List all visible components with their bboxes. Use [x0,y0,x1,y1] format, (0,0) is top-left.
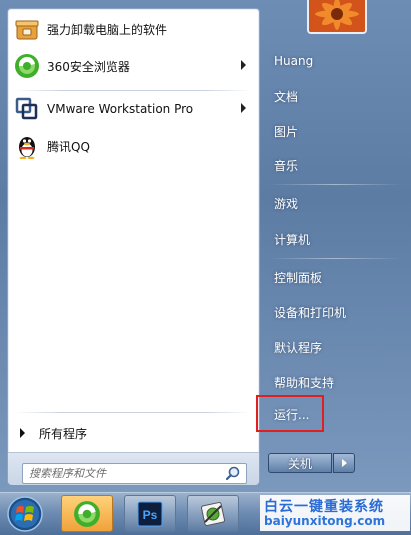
taskbar-photoshop[interactable]: Ps [124,495,176,532]
search-area [8,452,259,485]
360-browser-icon [14,53,40,79]
vmware-icon [14,96,40,122]
search-icon[interactable] [224,465,242,483]
right-item-control-panel[interactable]: 控制面板 [264,262,404,292]
program-qq[interactable]: 腾讯QQ [14,129,250,163]
right-item-default-programs[interactable]: 默认程序 [264,332,404,362]
all-programs-label: 所有程序 [39,426,88,441]
divider [14,90,252,91]
user-avatar[interactable] [307,0,367,34]
right-item-games[interactable]: 游戏 [264,188,404,218]
start-menu-left-pane: 强力卸载电脑上的软件 360安全浏览器 VMware Workstation P… [7,8,260,485]
watermark-url: baiyunxitong.com [264,514,386,528]
run-highlight-box [256,395,324,432]
qq-penguin-icon [14,133,40,159]
tool-app-icon [201,501,225,526]
program-uninstaller[interactable]: 强力卸载电脑上的软件 [14,12,250,46]
search-box[interactable] [22,463,247,484]
program-label: 360安全浏览器 [47,59,130,74]
chevron-right-icon [341,459,347,467]
windows-start-orb-icon [7,496,43,532]
shutdown-button[interactable]: 关机 [268,453,332,473]
all-programs-button[interactable]: 所有程序 [18,422,248,444]
start-button[interactable] [4,495,46,533]
taskbar-360-browser[interactable] [61,495,113,532]
program-label: 强力卸载电脑上的软件 [47,22,168,37]
svg-text:Ps: Ps [143,508,158,522]
program-360-browser[interactable]: 360安全浏览器 [14,49,250,83]
flower-picture-icon [309,0,365,32]
start-menu: 强力卸载电脑上的软件 360安全浏览器 VMware Workstation P… [0,0,411,492]
taskbar-tool-app[interactable] [187,495,239,532]
program-label: 腾讯QQ [47,139,90,154]
right-item-pictures[interactable]: 图片 [264,116,404,146]
watermark: 白云一键重装系统 baiyunxitong.com [260,495,410,531]
uninstaller-box-icon [14,16,40,42]
right-item-computer[interactable]: 计算机 [264,224,404,254]
divider [14,412,252,413]
program-vmware[interactable]: VMware Workstation Pro [14,92,250,126]
program-label: VMware Workstation Pro [47,102,194,116]
search-input[interactable] [23,464,224,483]
watermark-title: 白云一键重装系统 [264,499,384,515]
divider [268,258,402,259]
right-item-help-support[interactable]: 帮助和支持 [264,367,404,397]
right-item-documents[interactable]: 文档 [264,81,404,111]
submenu-arrow-icon[interactable] [241,60,246,70]
expand-arrow-icon [20,428,25,438]
divider [268,184,402,185]
360-browser-icon [74,500,100,527]
right-item-devices-printers[interactable]: 设备和打印机 [264,297,404,327]
shutdown-options-button[interactable] [333,453,355,473]
photoshop-icon: Ps [137,501,163,526]
submenu-arrow-icon[interactable] [241,103,246,113]
user-name-link[interactable]: Huang [264,46,404,76]
right-item-music[interactable]: 音乐 [264,150,404,180]
